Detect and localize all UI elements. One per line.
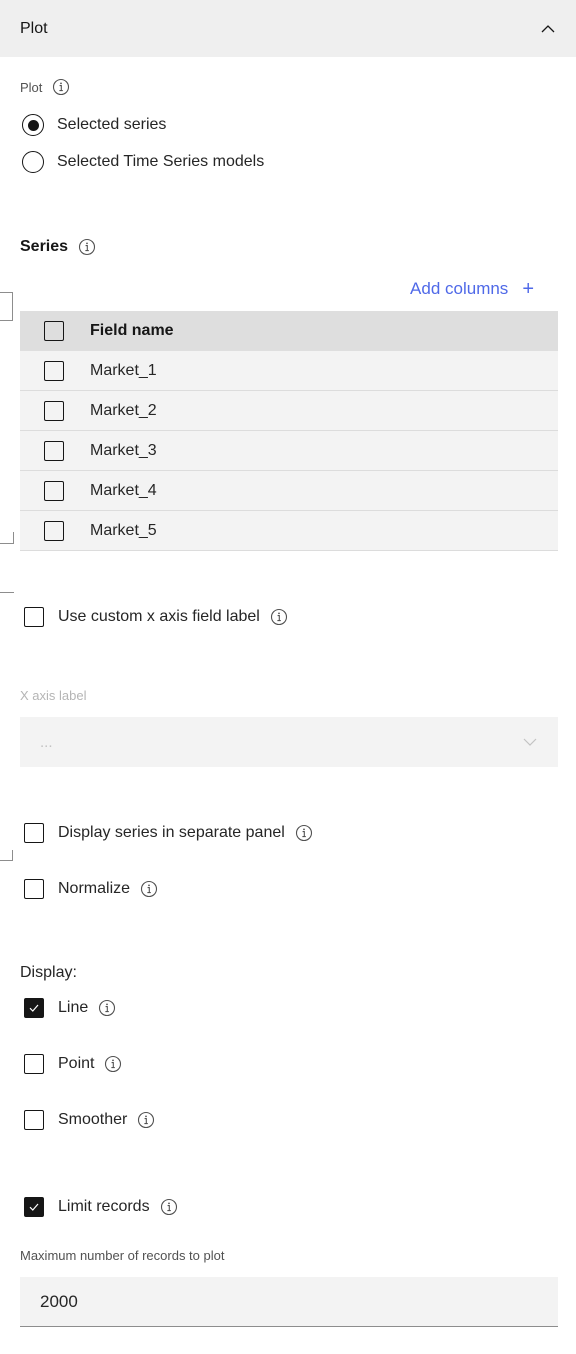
display-line-checkbox-row[interactable]: Line: [24, 998, 116, 1018]
checkmark-icon: [29, 1004, 39, 1012]
info-icon[interactable]: [78, 238, 96, 256]
field-name-cell: Market_5: [90, 521, 157, 539]
limit-records-checkbox[interactable]: [24, 1197, 44, 1217]
radio-button[interactable]: [22, 151, 44, 173]
chevron-down-icon: [523, 738, 537, 746]
info-icon[interactable]: [104, 1055, 122, 1073]
limit-records-checkbox-row[interactable]: Limit records: [24, 1197, 178, 1217]
max-records-value: 2000: [40, 1291, 78, 1311]
accordion-title: Plot: [20, 19, 48, 37]
normalize-checkbox-row[interactable]: Normalize: [24, 879, 158, 899]
radio-label: Selected series: [57, 116, 167, 133]
max-records-label: Maximum number of records to plot: [20, 1248, 225, 1263]
offscreen-panel-edge: [0, 592, 14, 593]
info-icon[interactable]: [98, 999, 116, 1017]
series-heading: Series: [20, 238, 69, 255]
limit-records-label: Limit records: [58, 1198, 150, 1215]
table-row[interactable]: Market_2: [20, 391, 558, 431]
display-group-label: Display:: [20, 964, 77, 981]
offscreen-panel-edge: [0, 532, 14, 544]
series-table: Field name Market_1 Market_2 Market_3 Ma…: [20, 311, 558, 551]
plot-accordion-header[interactable]: Plot: [0, 0, 576, 57]
field-name-cell: Market_1: [90, 361, 157, 379]
select-all-checkbox[interactable]: [44, 321, 64, 341]
checkmark-icon: [29, 1203, 39, 1211]
chevron-up-icon[interactable]: [540, 21, 556, 37]
table-header: Field name: [20, 311, 558, 351]
table-row[interactable]: Market_1: [20, 351, 558, 391]
table-row[interactable]: Market_3: [20, 431, 558, 471]
row-checkbox[interactable]: [44, 360, 64, 381]
normalize-checkbox[interactable]: [24, 879, 44, 899]
custom-x-axis-checkbox-row[interactable]: Use custom x axis field label: [24, 607, 288, 627]
field-name-cell: Market_2: [90, 401, 157, 419]
table-row[interactable]: Market_4: [20, 471, 558, 511]
radio-selected-series[interactable]: Selected series: [22, 114, 166, 136]
radio-label: Selected Time Series models: [57, 153, 265, 170]
separate-panel-label: Display series in separate panel: [58, 824, 285, 841]
x-axis-label-title: X axis label: [20, 688, 87, 703]
row-checkbox[interactable]: [44, 440, 64, 461]
x-axis-label-dropdown[interactable]: ...: [20, 717, 558, 767]
normalize-label: Normalize: [58, 880, 131, 897]
plot-group-label: Plot: [20, 79, 43, 95]
series-heading-row: Series: [20, 238, 96, 256]
info-icon[interactable]: [160, 1198, 178, 1216]
add-columns-label: Add columns: [410, 279, 509, 298]
radio-button[interactable]: [22, 114, 44, 136]
custom-x-axis-checkbox[interactable]: [24, 607, 44, 627]
separate-panel-checkbox[interactable]: [24, 823, 44, 843]
point-checkbox[interactable]: [24, 1054, 44, 1074]
radio-selected-time-series-models[interactable]: Selected Time Series models: [22, 151, 264, 173]
offscreen-panel-edge: [0, 850, 13, 861]
plot-group-label-row: Plot: [20, 78, 70, 96]
row-checkbox[interactable]: [44, 400, 64, 421]
field-name-cell: Market_3: [90, 441, 157, 459]
max-records-input[interactable]: 2000: [20, 1277, 558, 1327]
separate-panel-checkbox-row[interactable]: Display series in separate panel: [24, 823, 313, 843]
add-columns-button[interactable]: Add columns +: [410, 279, 534, 299]
smoother-label: Smoother: [58, 1111, 128, 1128]
info-icon[interactable]: [52, 78, 70, 96]
dropdown-placeholder: ...: [40, 733, 53, 751]
field-name-cell: Market_4: [90, 481, 157, 499]
info-icon[interactable]: [140, 880, 158, 898]
display-point-checkbox-row[interactable]: Point: [24, 1054, 122, 1074]
info-icon[interactable]: [295, 824, 313, 842]
custom-x-axis-label: Use custom x axis field label: [58, 608, 260, 625]
info-icon[interactable]: [137, 1111, 155, 1129]
line-checkbox[interactable]: [24, 998, 44, 1018]
row-checkbox[interactable]: [44, 520, 64, 541]
smoother-checkbox[interactable]: [24, 1110, 44, 1130]
line-label: Line: [58, 999, 89, 1016]
column-header-field-name: Field name: [90, 322, 174, 339]
plus-icon: +: [522, 278, 534, 300]
table-row[interactable]: Market_5: [20, 511, 558, 551]
offscreen-panel-edge: [0, 292, 13, 321]
point-label: Point: [58, 1055, 95, 1072]
radio-dot: [27, 119, 39, 131]
row-checkbox[interactable]: [44, 480, 64, 501]
info-icon[interactable]: [270, 608, 288, 626]
display-smoother-checkbox-row[interactable]: Smoother: [24, 1110, 155, 1130]
